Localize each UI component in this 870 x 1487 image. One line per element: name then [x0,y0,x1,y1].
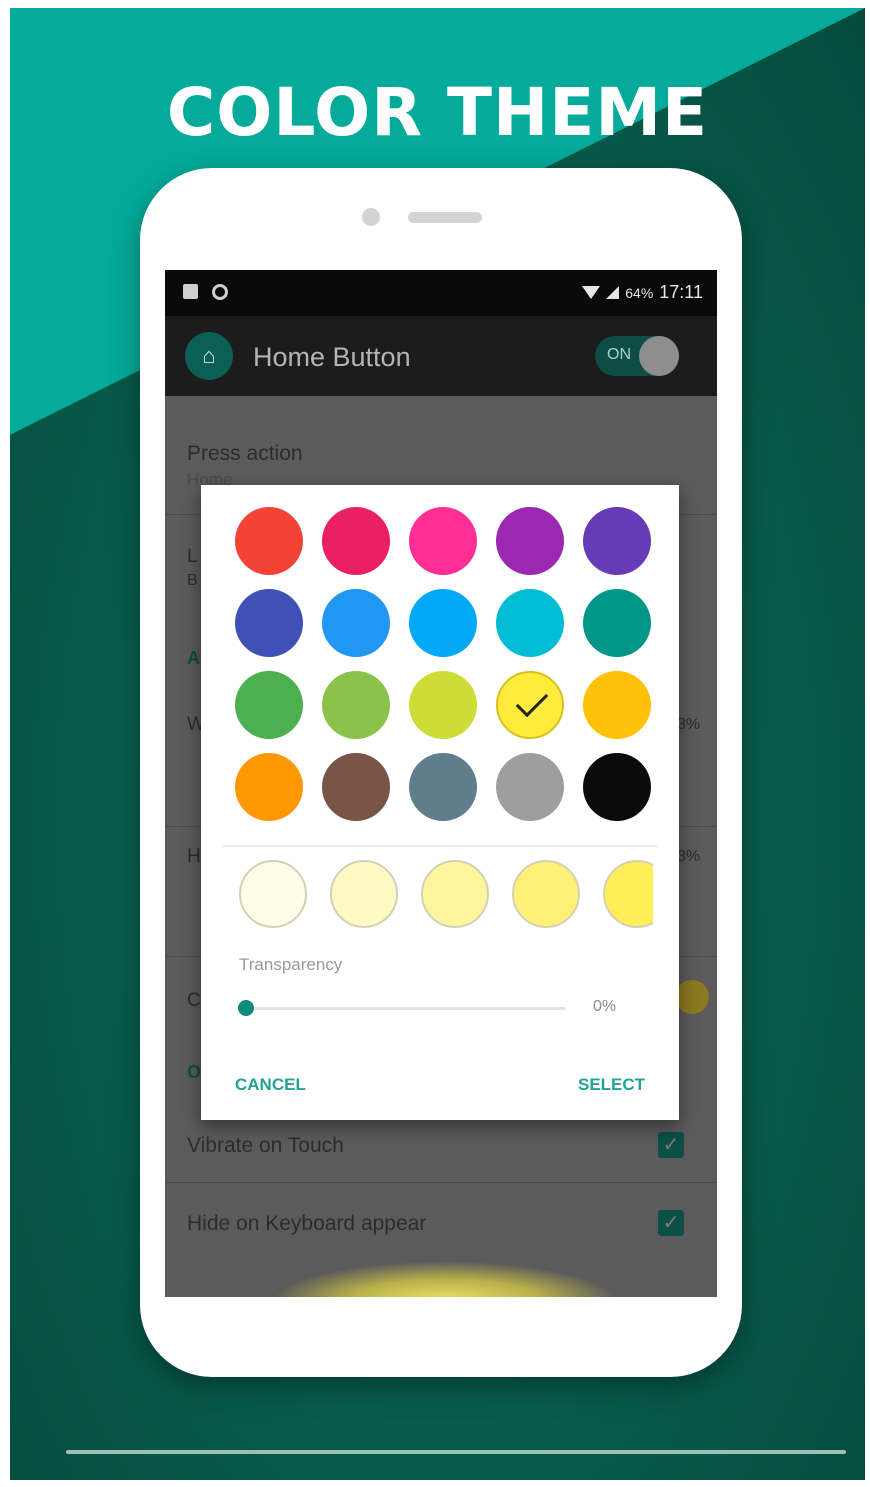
shade-swatch[interactable] [603,860,653,928]
shade-swatch[interactable] [330,860,398,928]
color-swatch[interactable] [496,589,564,657]
toggle-label: ON [607,346,631,363]
notification-icon [183,284,198,299]
battery-percent: 64% [625,284,654,301]
row-fragment: H [187,846,201,867]
dialog-separator [223,845,657,847]
banner-title: COLOR THEME [166,74,709,151]
shade-swatch[interactable] [421,860,489,928]
color-swatch[interactable] [235,753,303,821]
cancel-button[interactable]: CANCEL [235,1075,306,1095]
color-swatch[interactable] [322,589,390,657]
row-fragment: C [187,990,201,1011]
color-swatch[interactable] [496,507,564,575]
color-swatch[interactable] [496,671,564,739]
clock: 17:11 [659,282,703,302]
section-fragment: O [187,1062,202,1082]
color-swatch[interactable] [496,753,564,821]
color-swatch[interactable] [322,671,390,739]
color-swatch[interactable] [583,753,651,821]
color-swatch[interactable] [235,671,303,739]
color-swatch[interactable] [322,753,390,821]
section-fragment: A [187,648,200,668]
transparency-slider-track[interactable] [245,1007,565,1010]
color-swatch[interactable] [583,589,651,657]
gear-icon [212,284,228,300]
divider [165,1182,717,1183]
transparency-value: 0% [593,998,617,1015]
hide-keyboard-label: Hide on Keyboard appear [187,1212,427,1235]
press-action-label[interactable]: Press action [187,442,303,466]
enable-toggle[interactable]: ON [595,336,679,376]
glow-effect [275,1262,615,1297]
app-title: Home Button [253,342,411,372]
color-swatch[interactable] [583,671,651,739]
home-icon[interactable]: ⌂ [185,332,233,380]
color-swatch[interactable] [235,589,303,657]
color-swatch[interactable] [235,507,303,575]
front-camera [362,208,380,226]
status-bar: 64% 17:11 [165,270,717,316]
vibrate-label: Vibrate on Touch [187,1134,344,1157]
color-swatch[interactable] [322,507,390,575]
wifi-icon [582,286,601,299]
row-value-fragment: 3% [677,716,701,733]
shade-swatch[interactable] [512,860,580,928]
phone-mockup: 64% 17:11 ⌂ Home Button ON Press action … [140,168,742,1377]
row-fragment: B [187,572,198,589]
row-value-fragment: 3% [677,848,701,865]
color-picker-dialog: Transparency 0% CANCEL SELECT [201,485,679,1120]
row-fragment: L [187,546,198,567]
transparency-label: Transparency [239,955,343,974]
vibrate-checkbox[interactable]: ✓ [658,1132,684,1158]
checkmark-icon [515,684,549,718]
color-swatch[interactable] [409,507,477,575]
app-bar: ⌂ Home Button ON [165,316,717,396]
signal-icon [606,286,620,299]
transparency-slider-thumb[interactable] [238,1000,254,1016]
color-swatch[interactable] [409,671,477,739]
current-color-indicator [675,980,709,1014]
shade-swatch[interactable] [239,860,307,928]
select-button[interactable]: SELECT [578,1075,645,1095]
phone-screen: 64% 17:11 ⌂ Home Button ON Press action … [165,270,717,1297]
bottom-divider [66,1450,846,1454]
hide-keyboard-checkbox[interactable]: ✓ [658,1210,684,1236]
earpiece-speaker [408,212,482,223]
color-swatch[interactable] [583,507,651,575]
color-swatch[interactable] [409,753,477,821]
color-swatch[interactable] [409,589,477,657]
toggle-knob [639,336,679,376]
